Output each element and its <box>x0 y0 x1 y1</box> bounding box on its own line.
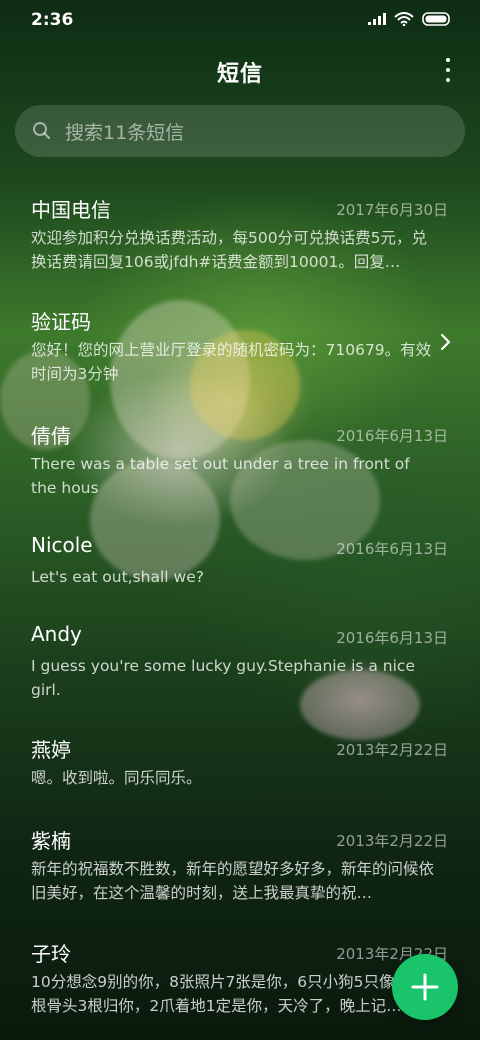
app-header: 短信 <box>0 46 480 94</box>
conversation-item[interactable]: 燕婷 2013年2月22日 嗯。收到啦。同乐同乐。 <box>0 720 480 810</box>
message-preview: 您好！您的网上营业厅登录的随机密码为：710679。有效时间为3分钟 <box>31 341 432 383</box>
battery-icon <box>422 12 450 26</box>
contact-name: 子玲 <box>31 942 71 966</box>
new-message-button[interactable] <box>392 954 458 1020</box>
message-preview: I guess you're some lucky guy.Stephanie … <box>31 657 415 699</box>
contact-name: 倩倩 <box>31 424 71 448</box>
message-date: 2016年6月13日 <box>336 629 448 647</box>
contact-name: 验证码 <box>31 310 91 334</box>
contact-name: Andy <box>31 622 82 646</box>
search-placeholder: 搜索11条短信 <box>65 121 185 144</box>
contact-name: 紫楠 <box>31 829 71 853</box>
message-date: 2017年6月30日 <box>336 201 448 219</box>
message-preview: There was a table set out under a tree i… <box>31 455 410 497</box>
more-vertical-icon[interactable] <box>438 58 458 82</box>
message-preview: 10分想念9别的你，8张照片7张是你，6只小狗5只像你，4根骨头3根归你，2爪着… <box>31 973 436 1015</box>
contact-name: Nicole <box>31 533 93 557</box>
status-time: 2:36 <box>31 10 74 30</box>
message-preview: 嗯。收到啦。同乐同乐。 <box>31 769 202 787</box>
conversation-item[interactable]: 倩倩 2016年6月13日 There was a table set out … <box>0 406 480 516</box>
message-date: 2016年6月13日 <box>336 427 448 445</box>
plus-icon <box>411 973 439 1001</box>
conversation-item[interactable]: Nicole 2016年6月13日 Let's eat out,shall we… <box>0 519 480 609</box>
search-input[interactable]: 搜索11条短信 <box>15 105 465 157</box>
message-date: 2013年2月22日 <box>336 832 448 850</box>
contact-name: 燕婷 <box>31 738 71 762</box>
wifi-icon <box>394 12 414 26</box>
contact-name: 中国电信 <box>31 198 111 222</box>
conversation-item[interactable]: 紫楠 2013年2月22日 新年的祝福数不胜数，新年的愿望好多好多，新年的问候依… <box>0 811 480 921</box>
message-date: 2013年2月22日 <box>336 741 448 759</box>
conversation-item[interactable]: Andy 2016年6月13日 I guess you're some luck… <box>0 608 480 718</box>
conversation-item[interactable]: 验证码 您好！您的网上营业厅登录的随机密码为：710679。有效时间为3分钟 <box>0 292 480 402</box>
message-date: 2016年6月13日 <box>336 540 448 558</box>
signal-icon <box>368 13 386 25</box>
search-icon <box>33 122 51 140</box>
page-title: 短信 <box>216 62 263 87</box>
status-bar: 2:36 <box>0 0 480 40</box>
message-preview: 欢迎参加积分兑换话费活动，每500分可兑换话费5元，兑换话费请回复106或jfd… <box>31 229 427 271</box>
message-preview: 新年的祝福数不胜数，新年的愿望好多好多，新年的问候依旧美好，在这个温馨的时刻，送… <box>31 860 435 902</box>
conversation-item[interactable]: 中国电信 2017年6月30日 欢迎参加积分兑换话费活动，每500分可兑换话费5… <box>0 180 480 290</box>
chevron-right-icon[interactable] <box>438 332 452 352</box>
message-preview: Let's eat out,shall we? <box>31 568 204 586</box>
